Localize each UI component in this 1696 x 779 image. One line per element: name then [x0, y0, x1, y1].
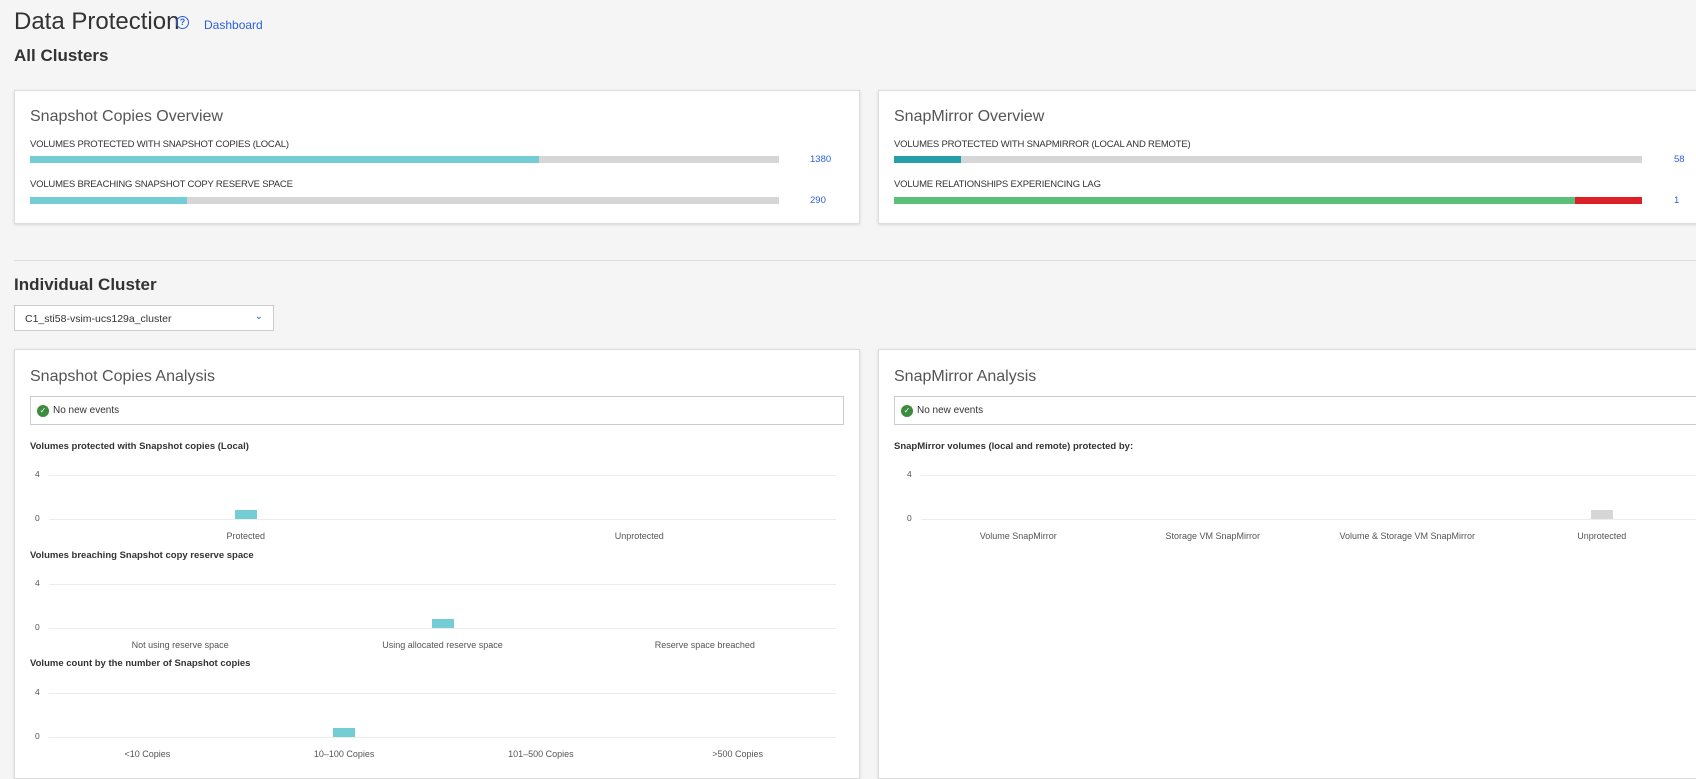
card-title: Snapshot Copies Overview — [30, 108, 223, 125]
card-title: Snapshot Copies Analysis — [30, 368, 215, 385]
y-tick-label: 4 — [907, 469, 912, 479]
progress-value[interactable]: 1380 — [810, 154, 831, 165]
chart-title: Volume count by the number of Snapshot c… — [30, 658, 251, 669]
x-category-label: Storage VM SnapMirror — [1165, 531, 1261, 541]
snapmirror-analysis-card: SnapMirror Analysis ✓ No new events Snap… — [878, 349, 1696, 779]
progress-bar — [894, 197, 1642, 204]
y-tick-label: 0 — [35, 622, 40, 632]
copy-count-chart: 4 0 <10 Copies 10–100 Copies 101–500 Copies >… — [35, 687, 836, 759]
bar-3 — [1590, 509, 1613, 519]
x-category-label: 10–100 Copies — [313, 749, 375, 759]
progress-label: VOLUME RELATIONSHIPS EXPERIENCING LAG — [894, 179, 1101, 190]
gridline — [49, 737, 836, 738]
chart-title: SnapMirror volumes (local and remote) pr… — [894, 441, 1134, 452]
gridline — [921, 475, 1696, 476]
progress-value[interactable]: 290 — [810, 195, 826, 206]
check-circle-icon: ✓ — [37, 405, 49, 417]
y-tick-label: 4 — [35, 687, 40, 697]
progress-value[interactable]: 1 — [1674, 195, 1679, 206]
chart-title: Volumes breaching Snapshot copy reserve … — [30, 550, 254, 561]
progress-fill — [30, 156, 540, 163]
progress-fill — [894, 156, 962, 163]
x-category-label: Volume & Storage VM SnapMirror — [1339, 531, 1476, 541]
progress-value[interactable]: 58 — [1674, 154, 1685, 165]
gridline — [49, 475, 836, 476]
progress-fill-alert — [1574, 197, 1642, 204]
dashboard-link[interactable]: Dashboard — [204, 18, 263, 32]
help-icon[interactable]: ? — [176, 16, 189, 29]
y-tick-label: 0 — [35, 731, 40, 741]
all-clusters-heading: All Clusters — [14, 46, 109, 65]
progress-label: VOLUMES PROTECTED WITH SNAPMIRROR (LOCAL… — [894, 139, 1191, 150]
y-tick-label: 0 — [907, 513, 912, 523]
x-category-label: Not using reserve space — [131, 640, 229, 650]
check-circle-icon: ✓ — [901, 405, 913, 417]
progress-bar — [30, 197, 779, 204]
y-tick-label: 4 — [35, 578, 40, 588]
page-title: Data Protection — [14, 8, 180, 35]
gridline — [49, 628, 836, 629]
gridline — [49, 584, 836, 585]
progress-fill — [894, 197, 1575, 204]
card-title: SnapMirror Overview — [894, 108, 1045, 125]
bar-1 — [431, 618, 454, 628]
snapmirror-overview-card: SnapMirror Overview VOLUMES PROTECTED WI… — [878, 90, 1696, 224]
x-category-label: Reserve space breached — [654, 640, 755, 650]
protected-chart: 4 0 Protected Unprotected — [35, 469, 836, 541]
gridline — [921, 519, 1696, 520]
section-divider — [14, 260, 1696, 261]
snapshot-overview-card: Snapshot Copies Overview VOLUMES PROTECT… — [14, 90, 860, 224]
reserve-space-chart: 4 0 Not using reserve space Using allocated… — [35, 578, 836, 650]
events-text: No new events — [917, 405, 984, 416]
progress-label: VOLUMES BREACHING SNAPSHOT COPY RESERVE … — [30, 179, 293, 190]
chevron-down-icon: ⌄ — [254, 311, 263, 322]
x-category-label: Using allocated reserve space — [382, 640, 503, 650]
x-category-label: <10 Copies — [124, 749, 171, 759]
progress-bar — [894, 156, 1642, 163]
x-category-label: Unprotected — [614, 531, 664, 541]
progress-fill — [30, 197, 188, 204]
x-category-label: Protected — [226, 531, 266, 541]
cluster-select[interactable]: C1_sti58-vsim-ucs129a_cluster ⌄ — [14, 305, 274, 331]
progress-label: VOLUMES PROTECTED WITH SNAPSHOT COPIES (… — [30, 139, 289, 150]
snapshot-analysis-card: Snapshot Copies Analysis ✓ No new events… — [14, 349, 860, 779]
x-category-label: 101–500 Copies — [508, 749, 574, 759]
events-banner: ✓ No new events — [30, 396, 844, 425]
gridline — [49, 693, 836, 694]
bar-0 — [234, 509, 257, 519]
events-text: No new events — [53, 405, 120, 416]
gridline — [49, 519, 836, 520]
y-tick-label: 0 — [35, 513, 40, 523]
bar-1 — [333, 727, 356, 737]
card-title: SnapMirror Analysis — [894, 368, 1037, 385]
progress-bar — [30, 156, 779, 163]
snapmirror-protection-chart: 4 0 Volume SnapMirror Storage VM SnapMirror… — [907, 469, 1696, 541]
x-category-label: Volume SnapMirror — [979, 531, 1057, 541]
chart-title: Volumes protected with Snapshot copies (… — [30, 441, 249, 452]
cluster-select-value: C1_sti58-vsim-ucs129a_cluster — [25, 313, 172, 325]
x-category-label: Unprotected — [1577, 531, 1627, 541]
events-banner: ✓ No new events — [894, 396, 1696, 425]
individual-cluster-heading: Individual Cluster — [14, 275, 157, 294]
x-category-label: >500 Copies — [712, 749, 764, 759]
y-tick-label: 4 — [35, 469, 40, 479]
